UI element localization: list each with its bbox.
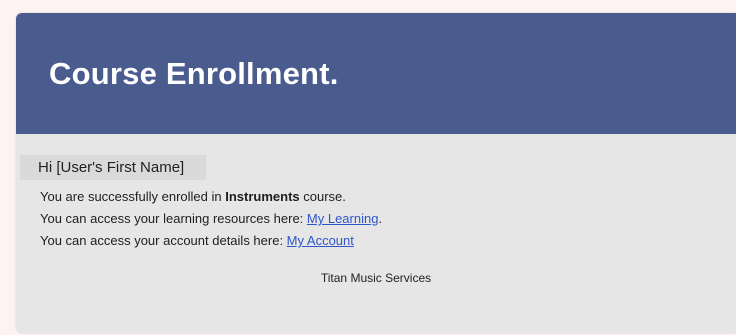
greeting: Hi [User's First Name]	[20, 155, 207, 180]
email-header: Course Enrollment.	[16, 13, 736, 134]
email-body: Hi [User's First Name] You are successfu…	[16, 134, 736, 333]
email-title: Course Enrollment.	[49, 55, 339, 91]
enrollment-line-suffix: course.	[299, 189, 346, 204]
account-line-prefix: You can access your account details here…	[40, 233, 287, 248]
learning-line-prefix: You can access your learning resources h…	[40, 211, 307, 226]
my-account-link[interactable]: My Account	[287, 233, 354, 248]
my-learning-link[interactable]: My Learning	[307, 211, 379, 226]
account-line: You can access your account details here…	[40, 230, 736, 252]
enrollment-line-prefix: You are successfully enrolled in	[40, 189, 226, 204]
course-name: Instruments	[225, 189, 300, 204]
footer-text: Titan Music Services	[320, 271, 432, 285]
message-lines: You are successfully enrolled in Instrum…	[40, 186, 736, 252]
email-card: Course Enrollment. Hi [User's First Name…	[16, 13, 736, 333]
learning-line: You can access your learning resources h…	[40, 208, 736, 230]
enrollment-line: You are successfully enrolled in Instrum…	[40, 186, 736, 208]
learning-line-suffix: .	[378, 211, 383, 226]
